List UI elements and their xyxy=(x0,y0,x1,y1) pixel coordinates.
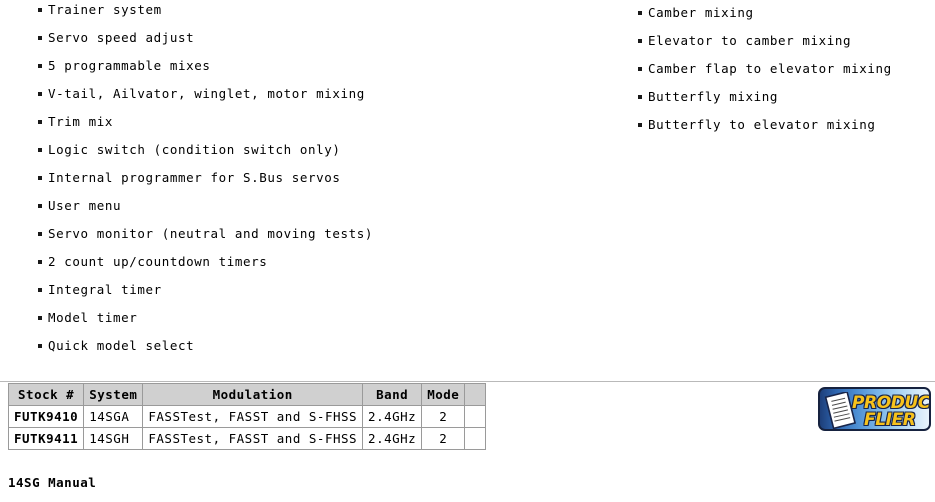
feature-list-item-label: Trim mix xyxy=(48,114,114,129)
feature-list-item-label: Butterfly to elevator mixing xyxy=(648,117,876,132)
table-cell-mode: 2 xyxy=(421,405,466,428)
feature-list-item-label: Integral timer xyxy=(48,282,162,297)
feature-list-item-label: Quick model select xyxy=(48,338,195,353)
feature-list-item-label: User menu xyxy=(48,198,122,213)
table-cell-extra xyxy=(464,427,487,450)
column-header-stock: Stock # xyxy=(7,383,85,406)
feature-list-item: Trainer system xyxy=(0,0,600,28)
table-row: FUTK9410 14SGA FASSTest, FASST and S-FHSS 2… xyxy=(7,405,487,428)
feature-list-item-label: Internal programmer for S.Bus servos xyxy=(48,170,341,185)
bullet-icon xyxy=(638,95,642,99)
bullet-icon xyxy=(638,123,642,127)
feature-list-item-label: Butterfly mixing xyxy=(648,89,779,104)
table-cell-stock: FUTK9410 xyxy=(7,405,85,428)
bullet-icon xyxy=(638,67,642,71)
bullet-icon xyxy=(38,260,42,264)
feature-list-item: Model timer xyxy=(0,308,600,336)
table-cell-modulation: FASSTest, FASST and S-FHSS xyxy=(142,405,364,428)
column-header-mode: Mode xyxy=(421,383,466,406)
bullet-icon xyxy=(38,344,42,348)
feature-list-item-label: Trainer system xyxy=(48,2,162,17)
column-header-modulation: Modulation xyxy=(142,383,364,406)
feature-list-item: Integral timer xyxy=(0,280,600,308)
bullet-icon xyxy=(38,148,42,152)
product-spec-table: Stock # System Modulation Band Mode FUTK… xyxy=(7,383,487,450)
feature-list-item: Quick model select xyxy=(0,336,600,364)
table-row: FUTK9411 14SGH FASSTest, FASST and S-FHSS 2… xyxy=(7,427,487,450)
feature-list-item-label: Servo monitor (neutral and moving tests) xyxy=(48,226,374,241)
bullet-icon xyxy=(638,39,642,43)
bullet-icon xyxy=(38,92,42,96)
feature-list-item-label: Servo speed adjust xyxy=(48,30,195,45)
feature-list-item: User menu xyxy=(0,196,600,224)
feature-list-item: Camber mixing xyxy=(590,3,935,31)
feature-list-item: V-tail, Ailvator, winglet, motor mixing xyxy=(0,84,600,112)
product-flier-label: PRODUCT FLIER xyxy=(850,390,929,430)
feature-list-item: 5 programmable mixes xyxy=(0,56,600,84)
feature-list-item: Butterfly to elevator mixing xyxy=(590,115,935,143)
column-header-extra xyxy=(464,383,487,406)
feature-list-item-label: Logic switch (condition switch only) xyxy=(48,142,341,157)
product-flier-button[interactable]: PRODUCT FLIER xyxy=(818,387,931,431)
table-cell-extra xyxy=(464,405,487,428)
feature-list-item: Internal programmer for S.Bus servos xyxy=(0,168,600,196)
bullet-icon xyxy=(38,36,42,40)
bullet-icon xyxy=(38,316,42,320)
feature-list-item: Trim mix xyxy=(0,112,600,140)
column-header-band: Band xyxy=(362,383,423,406)
bullet-icon xyxy=(38,64,42,68)
bullet-icon xyxy=(38,232,42,236)
table-cell-band: 2.4GHz xyxy=(362,405,423,428)
feature-list-item-label: Elevator to camber mixing xyxy=(648,33,852,48)
feature-list-item: Logic switch (condition switch only) xyxy=(0,140,600,168)
bullet-icon xyxy=(38,288,42,292)
feature-list-item: Elevator to camber mixing xyxy=(590,31,935,59)
feature-list-item: Butterfly mixing xyxy=(590,87,935,115)
bullet-icon xyxy=(38,120,42,124)
bullet-icon xyxy=(638,11,642,15)
column-header-system: System xyxy=(83,383,144,406)
product-flier-line-2: FLIER xyxy=(863,409,917,430)
feature-list-item-label: Camber mixing xyxy=(648,5,754,20)
table-cell-mode: 2 xyxy=(421,427,466,450)
table-header-row: Stock # System Modulation Band Mode xyxy=(7,383,487,406)
feature-list-item: 2 count up/countdown timers xyxy=(0,252,600,280)
feature-list-right: Camber mixing Elevator to camber mixing Ca… xyxy=(590,3,935,143)
feature-list-item-label: Camber flap to elevator mixing xyxy=(648,61,892,76)
section-divider xyxy=(0,381,935,382)
bullet-icon xyxy=(38,176,42,180)
bullet-icon xyxy=(38,8,42,12)
feature-list-item: Servo speed adjust xyxy=(0,28,600,56)
feature-list-item-label: 2 count up/countdown timers xyxy=(48,254,268,269)
footer-caption: 14SG Manual xyxy=(8,475,97,490)
feature-list-item-label: V-tail, Ailvator, winglet, motor mixing xyxy=(48,86,365,101)
feature-list-item: Camber flap to elevator mixing xyxy=(590,59,935,87)
bullet-icon xyxy=(38,204,42,208)
table-cell-system: 14SGH xyxy=(83,427,144,450)
feature-list-item: Servo monitor (neutral and moving tests) xyxy=(0,224,600,252)
table-cell-system: 14SGA xyxy=(83,405,144,428)
table-cell-modulation: FASSTest, FASST and S-FHSS xyxy=(142,427,364,450)
feature-list-left: Trainer system Servo speed adjust 5 progra… xyxy=(0,0,600,364)
feature-list-item-label: 5 programmable mixes xyxy=(48,58,211,73)
feature-list-item-label: Model timer xyxy=(48,310,138,325)
table-cell-stock: FUTK9411 xyxy=(7,427,85,450)
table-cell-band: 2.4GHz xyxy=(362,427,423,450)
